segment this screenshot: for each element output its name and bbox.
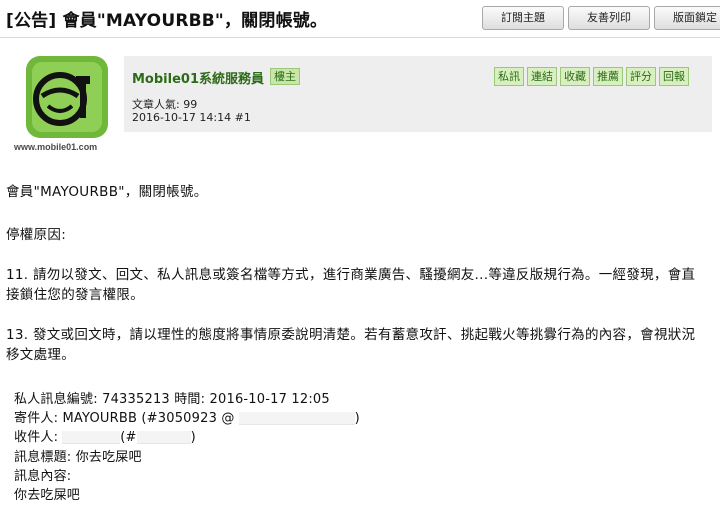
pm-content-label: 訊息內容: — [14, 469, 72, 484]
pm-recipient-open: (# — [120, 430, 137, 445]
logo-caption: www.mobile01.com — [14, 142, 98, 152]
recommend-button[interactable]: 推薦 — [593, 67, 623, 86]
post-paragraph: 11. 請勿以發文、回文、私人訊息或簽名檔等方式，進行商業廣告、騷擾網友...等… — [6, 267, 696, 303]
pm-subject: 訊息標題: 你去吃屎吧 — [14, 450, 142, 465]
page-title: [公告] 會員"MAYOURBB"，關閉帳號。 — [6, 11, 328, 31]
poster-name[interactable]: Mobile01系統服務員 — [132, 68, 264, 87]
redacted-block — [136, 431, 191, 444]
pm-id-time: 私人訊息編號: 74335213 時間: 2016-10-17 12:05 — [14, 392, 330, 407]
pm-recipient: 收件人: (#) — [14, 428, 196, 447]
title-bar: [公告] 會員"MAYOURBB"，關閉帳號。 訂閱主題 友善列印 版面鎖定 — [0, 0, 720, 36]
lock-board-button[interactable]: 版面鎖定 — [654, 6, 720, 30]
pm-recipient-close: ) — [190, 430, 196, 445]
pm-recipient-label: 收件人: — [14, 430, 59, 445]
print-friendly-button[interactable]: 友善列印 — [568, 6, 650, 30]
report-button[interactable]: 回報 — [659, 67, 689, 86]
post-paragraph: 會員"MAYOURBB"，關閉帳號。 — [6, 184, 208, 200]
post-paragraph: 停權原因: — [6, 227, 67, 243]
post-paragraph: 13. 發文或回文時，請以理性的態度將事情原委說明清楚。若有蓄意攻訐、挑起戰火等… — [6, 327, 696, 363]
pm-content: 你去吃屎吧 — [14, 488, 81, 503]
op-badge: 樓主 — [270, 68, 300, 85]
pm-sender-close: ) — [354, 411, 360, 426]
private-message-button[interactable]: 私訊 — [494, 67, 524, 86]
post-popularity: 文章人氣: 99 — [132, 98, 198, 111]
redacted-block — [238, 412, 355, 425]
pm-sender-text: 寄件人: MAYOURBB (#3050923 @ — [14, 411, 235, 426]
post-datetime: 2016-10-17 14:14 #1 — [132, 111, 251, 124]
pm-sender: 寄件人: MAYOURBB (#3050923 @) — [14, 409, 360, 428]
link-button[interactable]: 連結 — [527, 67, 557, 86]
thread-toolbar: 訂閱主題 友善列印 版面鎖定 — [478, 6, 720, 30]
redacted-block — [62, 431, 121, 444]
bookmark-button[interactable]: 收藏 — [560, 67, 590, 86]
rate-button[interactable]: 評分 — [626, 67, 656, 86]
post-actions: 私訊 連結 收藏 推薦 評分 回報 — [494, 67, 692, 86]
divider — [0, 37, 720, 38]
subscribe-topic-button[interactable]: 訂閱主題 — [482, 6, 564, 30]
